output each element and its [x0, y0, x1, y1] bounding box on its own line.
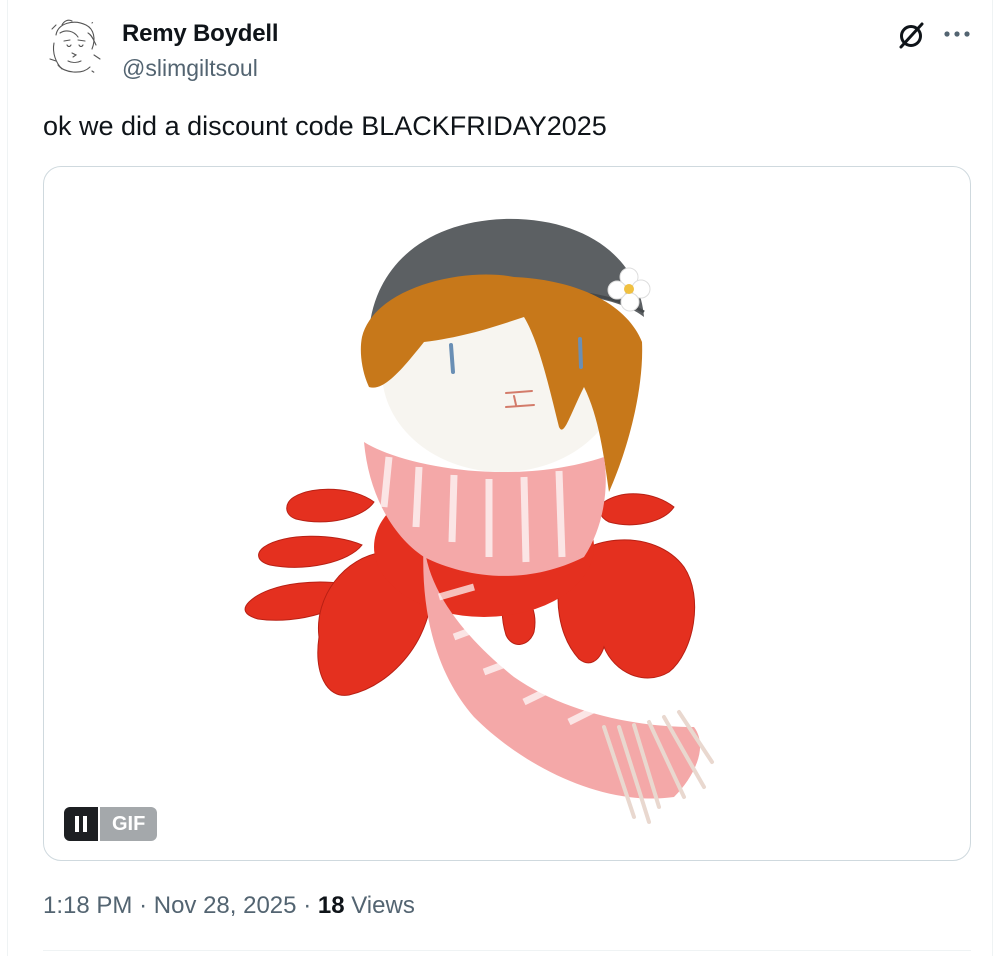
post-text: ok we did a discount code BLACKFRIDAY202…	[43, 111, 607, 141]
sketch-avatar-icon	[44, 15, 104, 81]
post-time[interactable]: 1:18 PM	[43, 892, 132, 919]
meta-separator: ·	[303, 892, 312, 919]
views-count[interactable]: 18	[318, 892, 345, 919]
pause-button[interactable]	[64, 807, 98, 841]
media-gif[interactable]: GIF	[43, 166, 971, 861]
grok-icon[interactable]	[895, 19, 927, 51]
crab-plush-image	[244, 218, 714, 824]
meta-separator: ·	[139, 892, 148, 919]
pause-icon	[75, 816, 87, 832]
post-meta: 1:18 PM · Nov 28, 2025 · 18 Views	[43, 892, 415, 920]
tweet-card: Remy Boydell @slimgiltsoul ok we did a d…	[7, 0, 993, 956]
avatar[interactable]	[44, 15, 104, 81]
author-display-name[interactable]: Remy Boydell	[122, 20, 279, 48]
divider	[43, 950, 971, 951]
more-dots-icon[interactable]	[942, 22, 972, 46]
gif-badge: GIF	[100, 807, 158, 841]
gif-controls: GIF	[64, 807, 158, 841]
author-handle[interactable]: @slimgiltsoul	[122, 55, 258, 82]
post-date[interactable]: Nov 28, 2025	[154, 892, 297, 919]
views-label[interactable]: Views	[351, 892, 415, 919]
